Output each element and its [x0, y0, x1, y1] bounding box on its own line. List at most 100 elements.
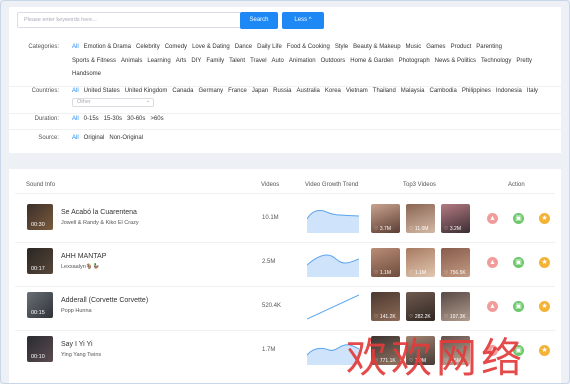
sound-cover[interactable]: 00:10	[27, 336, 53, 362]
top-video-thumb[interactable]: ♡ 141.2K	[371, 292, 400, 321]
analytics-icon[interactable]: ▲	[487, 257, 498, 268]
top-video-thumb[interactable]: ♡ 11.0M	[406, 204, 435, 233]
categories-option[interactable]: Home & Garden	[350, 55, 393, 69]
video-count: 2.5M	[262, 259, 276, 265]
countries-option[interactable]: Korea	[325, 85, 341, 98]
categories-option[interactable]: Handsome	[72, 68, 101, 82]
sound-cover[interactable]: 00:15	[27, 292, 53, 318]
countries-option[interactable]: Vietnam	[346, 85, 368, 98]
download-icon[interactable]: ▣	[513, 257, 524, 268]
categories-option[interactable]: Outdoors	[321, 55, 346, 69]
sound-title[interactable]: Se Acabó la Cuarentena	[61, 209, 137, 216]
top-video-thumb[interactable]: ♡ 3.2M	[441, 204, 470, 233]
table-row[interactable]: 00:30 Se Acabó la Cuarentena Jowell & Rand…	[9, 199, 561, 243]
categories-option[interactable]: Emotion & Drama	[84, 41, 131, 55]
countries-option[interactable]: Canada	[172, 85, 193, 98]
growth-trend-chart	[307, 294, 359, 320]
search-input[interactable]: Please enter keywords here...	[17, 12, 241, 28]
categories-option[interactable]: News & Politics	[435, 55, 476, 69]
categories-option[interactable]: Daily Life	[257, 41, 282, 55]
download-icon[interactable]: ▣	[513, 213, 524, 224]
analytics-icon[interactable]: ▲	[487, 213, 498, 224]
sound-title[interactable]: Adderall (Corvette Corvette)	[61, 297, 148, 304]
countries-option[interactable]: Germany	[198, 85, 223, 98]
source-option[interactable]: All	[72, 134, 79, 143]
categories-option[interactable]: Animation	[289, 55, 316, 69]
top-video-thumb[interactable]: ♡ 197.3K	[441, 292, 470, 321]
countries-option[interactable]: Italy	[527, 85, 538, 98]
top-video-views: ♡ 1.1M	[374, 270, 391, 276]
source-option[interactable]: Non-Original	[109, 134, 143, 143]
categories-option[interactable]: Sports & Fitness	[72, 55, 116, 69]
table-row[interactable]: 00:17 AHH MANTAP Lexsaalyn🐐🦆 2.5M ♡ 1.1M ♡ 1.…	[9, 243, 561, 287]
categories-filter: Categories: All Emotion & Drama Celebrity C…	[9, 43, 561, 83]
star-icon[interactable]: ★	[539, 345, 550, 356]
categories-option[interactable]: Pretty	[516, 55, 532, 69]
categories-option[interactable]: Food & Cooking	[287, 41, 330, 55]
top-video-thumb[interactable]: ♡ 756.5K	[441, 248, 470, 277]
categories-option[interactable]: Talent	[229, 55, 245, 69]
top-video-thumb[interactable]: ♡ 282.2K	[406, 292, 435, 321]
categories-option[interactable]: Style	[335, 41, 348, 55]
countries-option[interactable]: Russia	[273, 85, 291, 98]
header-trend: Video Growth Trend	[305, 182, 359, 188]
duration-option[interactable]: >60s	[150, 115, 163, 124]
categories-option[interactable]: Parenting	[476, 41, 502, 55]
top-video-thumb[interactable]: ♡ 1.1M	[406, 248, 435, 277]
other-country-select[interactable]: Other ⌄	[72, 97, 154, 107]
categories-option[interactable]: Family	[206, 55, 224, 69]
categories-option[interactable]: Animals	[121, 55, 142, 69]
categories-option[interactable]: Dance	[235, 41, 252, 55]
countries-option[interactable]: Philippines	[462, 85, 491, 98]
duration-option[interactable]: 15-30s	[104, 115, 122, 124]
chevron-down-icon: ⌄	[145, 97, 150, 104]
duration-option[interactable]: 0-15s	[84, 115, 99, 124]
top-video-thumb[interactable]: ♡ 3.7M	[371, 204, 400, 233]
star-icon[interactable]: ★	[539, 301, 550, 312]
other-placeholder: Other	[77, 98, 91, 105]
countries-option[interactable]: Japan	[252, 85, 268, 98]
countries-option[interactable]: United States	[84, 85, 120, 98]
categories-option[interactable]: Celebrity	[136, 41, 160, 55]
duration-option[interactable]: All	[72, 115, 79, 124]
categories-option[interactable]: Beauty & Makeup	[353, 41, 400, 55]
categories-option[interactable]: Auto	[272, 55, 284, 69]
categories-option[interactable]: DIY	[191, 55, 201, 69]
categories-option[interactable]: Learning	[147, 55, 170, 69]
categories-option[interactable]: Music	[406, 41, 422, 55]
categories-option[interactable]: Comedy	[165, 41, 187, 55]
countries-option[interactable]: France	[228, 85, 247, 98]
sound-cover[interactable]: 00:17	[27, 248, 53, 274]
source-option[interactable]: Original	[84, 134, 105, 143]
categories-option[interactable]: All	[72, 41, 79, 55]
categories-option[interactable]: Technology	[481, 55, 511, 69]
categories-option[interactable]: Arts	[176, 55, 187, 69]
countries-option[interactable]: Malaysia	[401, 85, 425, 98]
star-icon[interactable]: ★	[539, 257, 550, 268]
categories-option[interactable]: Love & Dating	[192, 41, 230, 55]
sound-title[interactable]: Say I Yi Yi	[61, 341, 93, 348]
search-button[interactable]: Search	[240, 12, 278, 29]
categories-option[interactable]: Travel	[250, 55, 266, 69]
countries-option[interactable]: Australia	[297, 85, 320, 98]
header-videos: Videos	[261, 182, 280, 188]
countries-option[interactable]: All	[72, 85, 79, 98]
countries-option[interactable]: Thailand	[373, 85, 396, 98]
download-icon[interactable]: ▣	[513, 301, 524, 312]
duration-option[interactable]: 30-60s	[127, 115, 145, 124]
countries-option[interactable]: Indonesia	[496, 85, 522, 98]
sound-title[interactable]: AHH MANTAP	[61, 253, 106, 260]
countries-option[interactable]: United Kingdom	[125, 85, 168, 98]
less-toggle-button[interactable]: Less ^	[282, 12, 324, 29]
top-video-thumb[interactable]: ♡ 1.1M	[371, 248, 400, 277]
categories-option[interactable]: Photograph	[399, 55, 430, 69]
header-top3: Top3 Videos	[403, 182, 436, 188]
categories-option[interactable]: Games	[426, 41, 445, 55]
countries-option[interactable]: Cambodia	[429, 85, 456, 98]
countries-label: Countries:	[31, 88, 59, 94]
star-icon[interactable]: ★	[539, 213, 550, 224]
analytics-icon[interactable]: ▲	[487, 301, 498, 312]
duration-label: 00:15	[31, 310, 45, 316]
categories-option[interactable]: Product	[451, 41, 472, 55]
sound-cover[interactable]: 00:30	[27, 204, 53, 230]
